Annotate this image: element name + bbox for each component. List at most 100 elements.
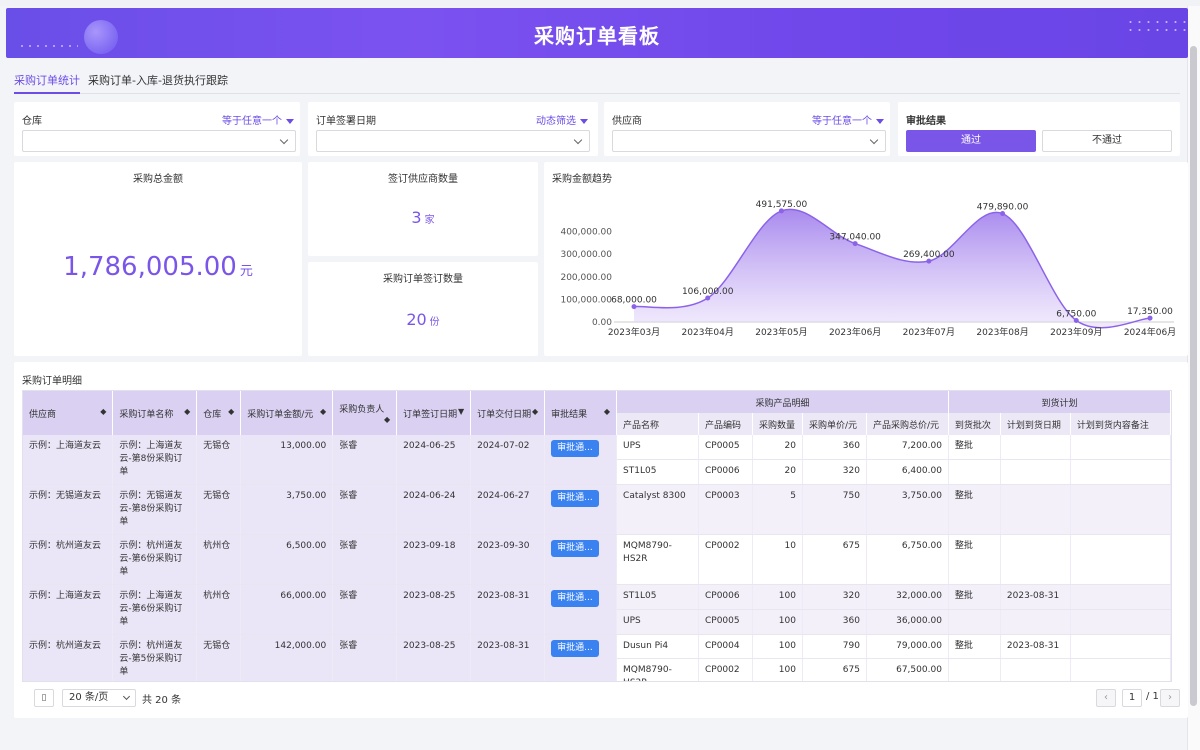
- price-cell: 750: [802, 484, 867, 535]
- sort-icon[interactable]: ◆: [532, 407, 538, 416]
- sign-date-select[interactable]: [316, 130, 590, 152]
- page-size-select[interactable]: 20 条/页: [62, 689, 136, 707]
- note-cell: [1070, 658, 1171, 681]
- kpi-number: 20: [406, 310, 427, 329]
- section-title: 采购订单明细: [22, 376, 82, 387]
- x-tick-label: 2024年06月: [1124, 326, 1176, 338]
- tab-order-tracking[interactable]: 采购订单-入库-退货执行跟踪: [88, 72, 228, 94]
- table-row[interactable]: 示例：杭州道友云 示例：杭州道友云-第5份采购订单 无锡仓 142,000.00 张睿 2…: [23, 634, 1171, 681]
- note-cell: [1070, 634, 1171, 659]
- scrollbar[interactable]: [1188, 6, 1200, 750]
- column-header-sign-date[interactable]: 订单签订日期 ▼: [396, 391, 472, 435]
- column-header-total[interactable]: 产品采购总价/元: [866, 413, 949, 435]
- x-tick-label: 2023年06月: [829, 326, 881, 338]
- product-cell: MQM8790-HS2R: [616, 534, 699, 585]
- next-page-button[interactable]: ›: [1160, 689, 1180, 707]
- column-header-approval[interactable]: 审批结果 ◆: [544, 391, 618, 435]
- kpi-unit: 家: [424, 215, 435, 226]
- column-header-price[interactable]: 采购单价/元: [802, 413, 867, 435]
- batch-cell: 整批: [948, 534, 1001, 585]
- x-tick-label: 2023年03月: [608, 326, 660, 338]
- owner-cell: 张睿: [332, 634, 398, 681]
- plan-date-cell: [1000, 484, 1071, 535]
- columns-toggle-icon[interactable]: ▯: [34, 689, 54, 707]
- sort-desc-icon[interactable]: ▼: [458, 407, 464, 416]
- approval-cell: 审批通...: [544, 484, 618, 535]
- approval-status-button[interactable]: 审批通...: [551, 590, 599, 607]
- amount-cell: 3,750.00: [240, 484, 334, 535]
- table-row[interactable]: 示例：杭州道友云 示例：杭州道友云-第6份采购订单 杭州仓 6,500.00 张睿 202…: [23, 534, 1171, 585]
- kpi-unit: 元: [239, 264, 253, 279]
- sort-icon[interactable]: ◆: [320, 407, 326, 416]
- price-cell: 675: [802, 658, 867, 681]
- warehouse-cell: 无锡仓: [196, 634, 242, 681]
- batch-cell: [948, 609, 1001, 635]
- current-page-input[interactable]: 1: [1122, 689, 1142, 707]
- kpi-value: 20 份: [308, 310, 538, 329]
- product-cell: UPS: [616, 435, 699, 460]
- batch-cell: [948, 658, 1001, 681]
- column-header-code[interactable]: 产品编码: [698, 413, 753, 435]
- prev-page-button[interactable]: ‹: [1096, 689, 1116, 707]
- warehouse-select[interactable]: [22, 130, 296, 152]
- supplier-cell: 示例：杭州道友云: [23, 634, 114, 681]
- tab-order-stats[interactable]: 采购订单统计: [14, 72, 80, 94]
- column-header-supplier[interactable]: 供应商 ◆: [23, 391, 114, 435]
- y-tick-label: 100,000.00: [560, 295, 612, 305]
- table-row[interactable]: 示例：上海道友云 示例：上海道友云-第6份采购订单 杭州仓 66,000.00 张睿 20…: [23, 584, 1171, 635]
- approval-fail-button[interactable]: 不通过: [1042, 130, 1172, 152]
- approval-status-button[interactable]: 审批通...: [551, 490, 599, 507]
- sort-icon[interactable]: ◆: [228, 407, 234, 416]
- column-header-product[interactable]: 产品名称: [616, 413, 699, 435]
- plan-date-cell: [1000, 658, 1071, 681]
- filter-operator-dropdown[interactable]: 等于任意一个: [812, 112, 884, 127]
- approval-status-button[interactable]: 审批通...: [551, 540, 599, 557]
- total-cell: 3,750.00: [866, 484, 949, 535]
- code-cell: CP0003: [698, 484, 753, 535]
- plan-date-cell: [1000, 435, 1071, 460]
- sort-icon[interactable]: ◆: [100, 407, 106, 416]
- trend-chart: 0.00 100,000.00 200,000.00 300,000.00 400,00…: [560, 200, 1176, 338]
- owner-cell: 张睿: [332, 534, 398, 585]
- column-header-due-date[interactable]: 订单交付日期 ◆: [470, 391, 546, 435]
- approval-status-button[interactable]: 审批通...: [551, 640, 599, 657]
- approval-status-button[interactable]: 审批通...: [551, 440, 599, 457]
- column-header-amount[interactable]: 采购订单金额/元 ◆: [240, 391, 334, 435]
- column-header-warehouse[interactable]: 仓库 ◆: [196, 391, 242, 435]
- column-header-order-name[interactable]: 采购订单名称 ◆: [112, 391, 198, 435]
- note-cell: [1070, 584, 1171, 610]
- kpi-title: 签订供应商数量: [388, 174, 458, 185]
- group-header-delivery: 到货计划: [948, 391, 1171, 413]
- sort-icon[interactable]: ◆: [384, 415, 390, 424]
- amount-cell: 6,500.00: [240, 534, 334, 585]
- plan-date-cell: [1000, 609, 1071, 635]
- filter-operator-dropdown[interactable]: 动态筛选: [536, 112, 588, 127]
- sort-icon[interactable]: ◆: [604, 407, 610, 416]
- supplier-cell: 示例：上海道友云: [23, 584, 114, 635]
- column-header-batch[interactable]: 到货批次: [948, 413, 1001, 435]
- column-header-qty[interactable]: 采购数量: [752, 413, 803, 435]
- x-tick-label: 2023年09月: [1050, 326, 1102, 338]
- sort-icon[interactable]: ◆: [184, 407, 190, 416]
- batch-cell: 整批: [948, 584, 1001, 610]
- filter-operator-dropdown[interactable]: 等于任意一个: [222, 112, 294, 127]
- approval-pass-button[interactable]: 通过: [906, 130, 1036, 152]
- scroll-thumb[interactable]: [1190, 46, 1197, 706]
- order-name-cell: 示例：杭州道友云-第5份采购订单: [112, 634, 198, 681]
- detail-table-wrapper[interactable]: 供应商 ◆ 采购订单名称 ◆ 仓库 ◆ 采购订单金额/元 ◆ 采购负责人 ◆ 订单签订日期…: [22, 390, 1172, 682]
- header-banner: 采购订单看板: [6, 8, 1188, 58]
- filter-label: 审批结果: [906, 116, 946, 127]
- kpi-value: 3家: [308, 208, 538, 227]
- table-row[interactable]: 示例：上海道友云 示例：上海道友云-第8份采购订单 无锡仓 13,000.00 张睿 20…: [23, 435, 1171, 485]
- note-cell: [1070, 609, 1171, 635]
- table-row[interactable]: 示例：无锡道友云 示例：无锡道友云-第8份采购订单 无锡仓 3,750.00 张睿 202…: [23, 484, 1171, 535]
- qty-cell: 10: [752, 534, 803, 585]
- column-header-plan-date[interactable]: 计划到货日期: [1000, 413, 1071, 435]
- filter-label: 供应商: [612, 116, 642, 127]
- supplier-select[interactable]: [612, 130, 886, 152]
- column-header-owner[interactable]: 采购负责人 ◆: [332, 391, 398, 435]
- note-cell: [1070, 484, 1171, 535]
- column-label: 审批结果: [551, 409, 588, 420]
- data-label: 491,575.00: [756, 200, 808, 210]
- column-header-note[interactable]: 计划到货内容备注: [1070, 413, 1171, 435]
